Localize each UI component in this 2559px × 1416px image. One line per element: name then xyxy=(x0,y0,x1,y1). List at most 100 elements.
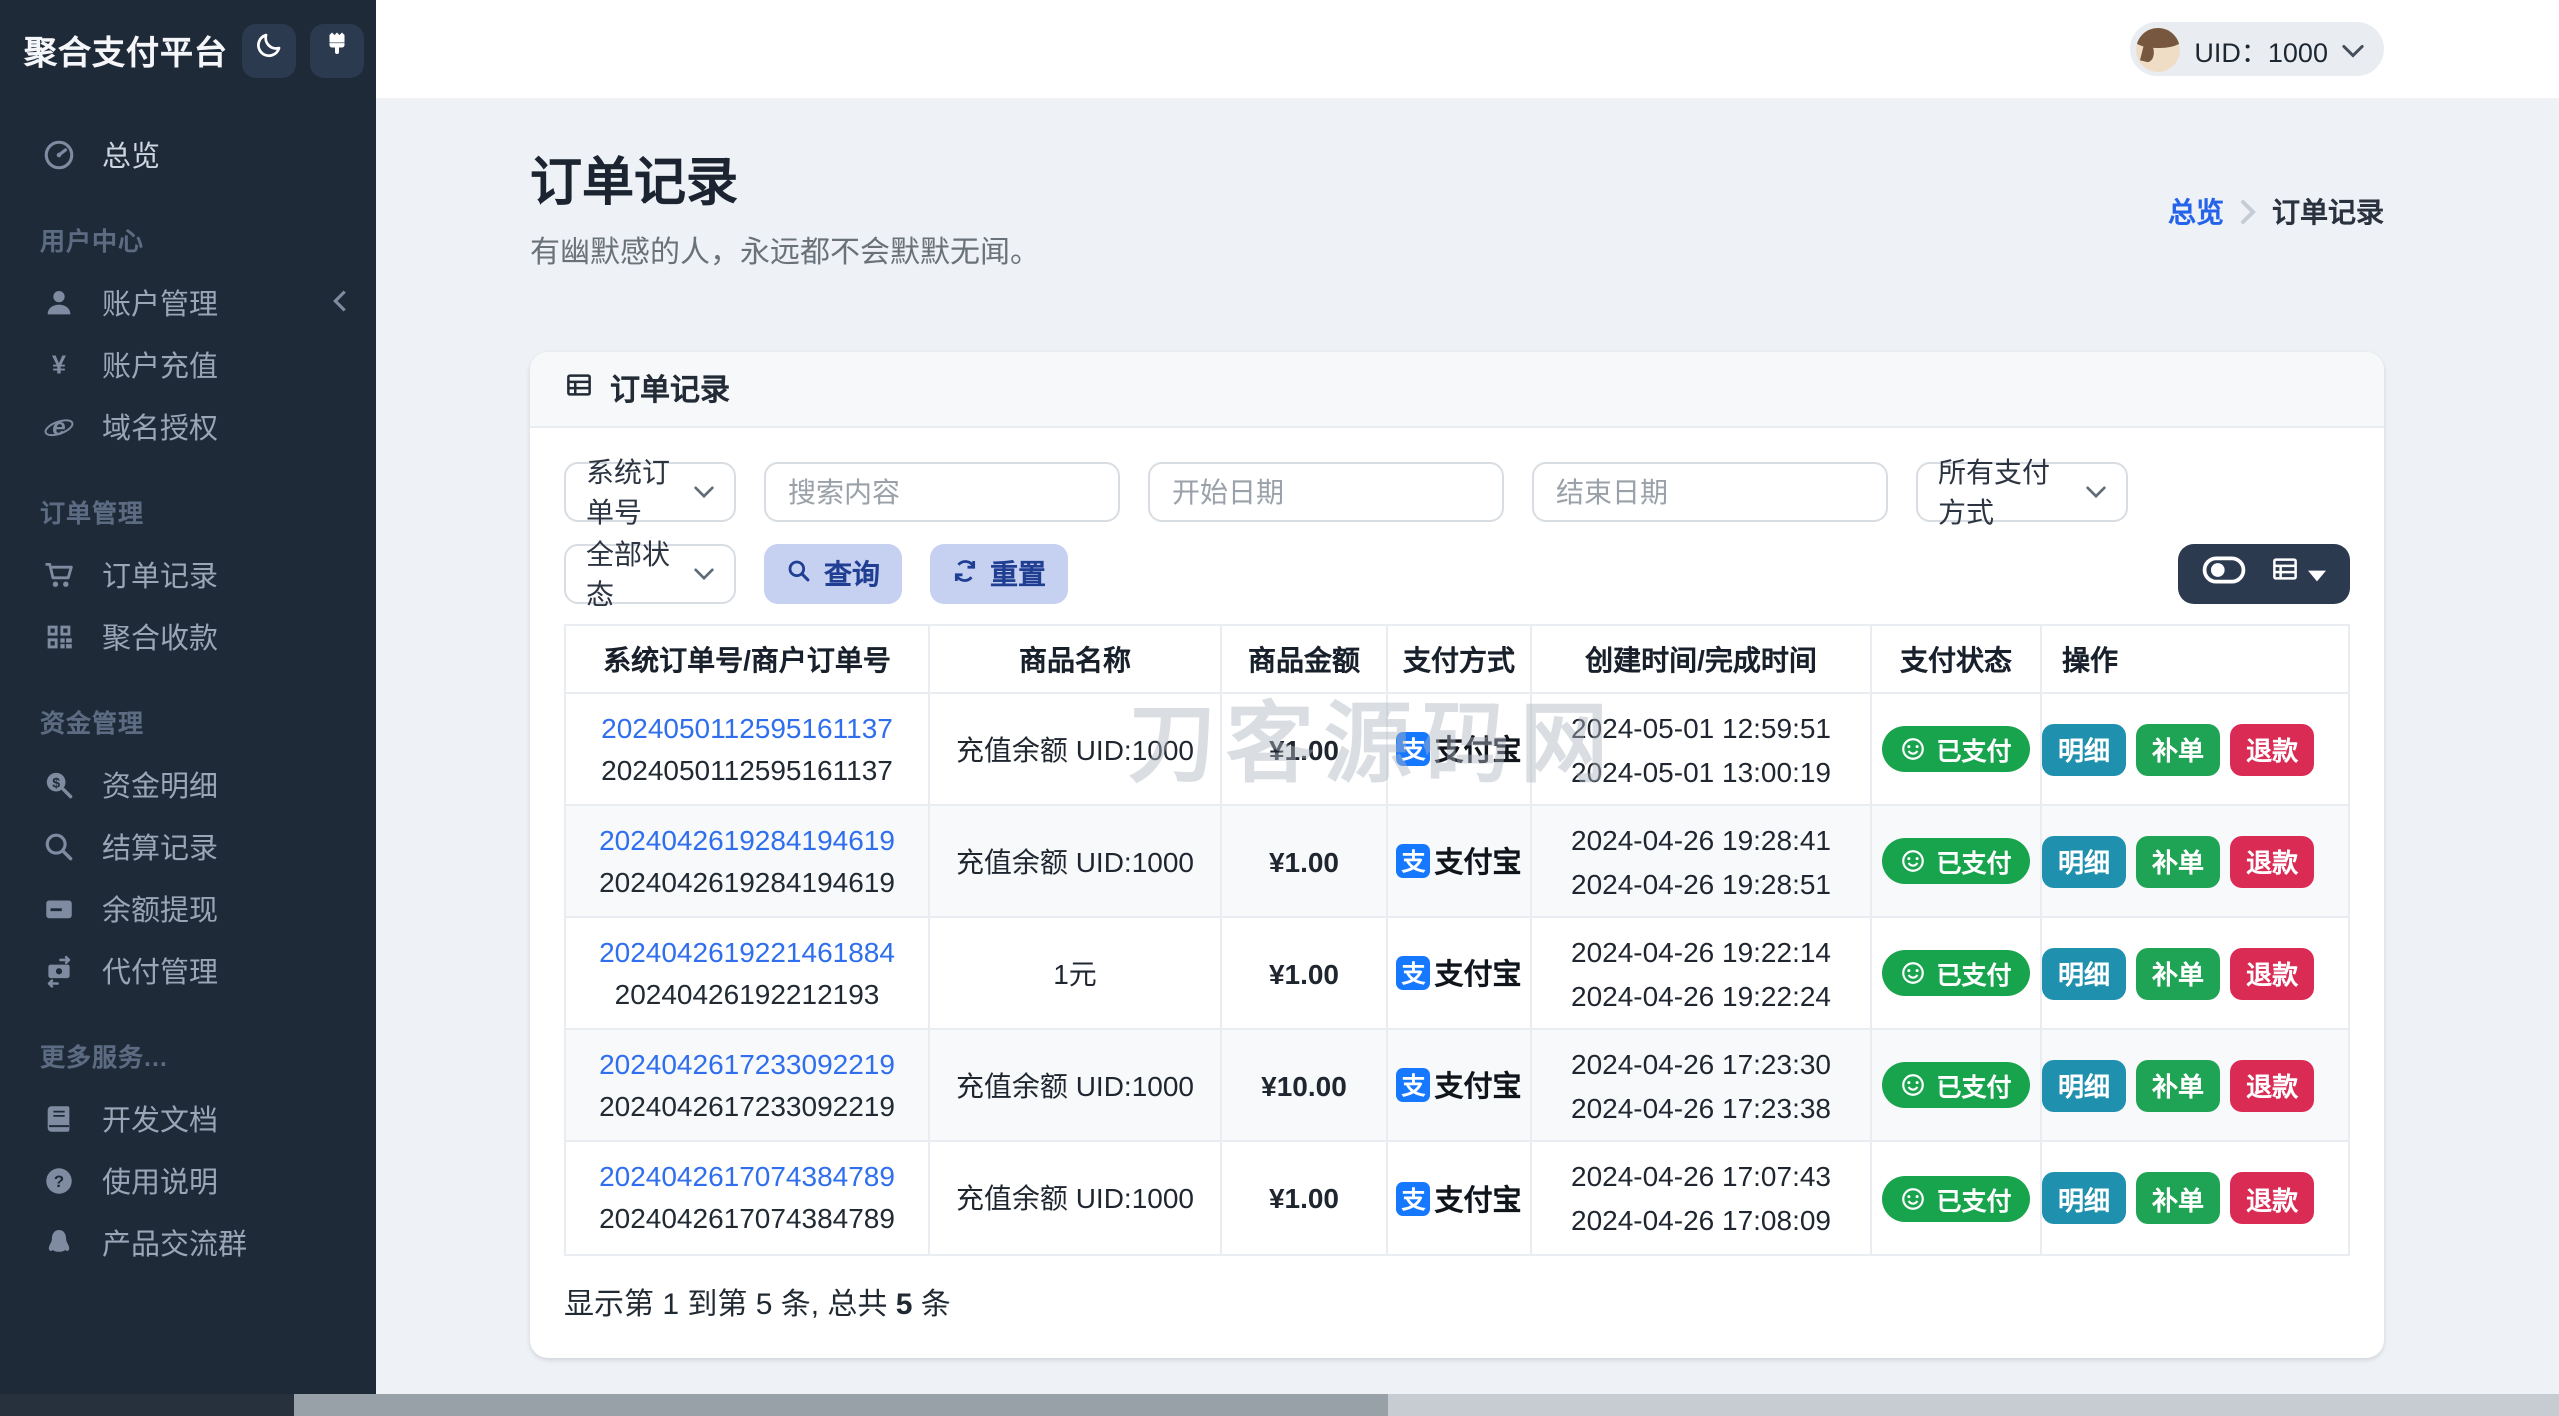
sidebar-item-balance-withdraw[interactable]: 余额提现 xyxy=(0,878,376,940)
query-button[interactable]: 查询 xyxy=(764,544,902,604)
reset-button[interactable]: 重置 xyxy=(930,544,1068,604)
sidebar-item-overview[interactable]: 总览 xyxy=(0,124,376,186)
sidebar-item-account-manage[interactable]: 账户管理 xyxy=(0,272,376,334)
detail-button[interactable]: 明细 xyxy=(2042,723,2127,775)
order-no-link[interactable]: 2024042619284194619 xyxy=(599,819,895,861)
sidebar-section-order: 订单管理 xyxy=(40,500,145,528)
dark-mode-button[interactable] xyxy=(242,23,296,77)
actions-cell: 明细 补单 退款 xyxy=(2042,918,2348,1030)
table-layout-button[interactable] xyxy=(2270,554,2326,594)
sidebar-item-label: 结算记录 xyxy=(102,834,218,866)
order-no-link[interactable]: 2024050112595161137 xyxy=(601,707,893,749)
alipay-icon: 支 xyxy=(1396,1068,1431,1102)
sidebar-item-payout-manage[interactable]: 代付管理 xyxy=(0,940,376,1002)
sidebar-item-label: 总览 xyxy=(102,142,160,174)
sidebar-item-fund-details[interactable]: $ 资金明细 xyxy=(0,754,376,816)
refund-button[interactable]: 退款 xyxy=(2230,1059,2315,1111)
order-no-cell: 2024050112595161137 2024050112595161137 xyxy=(566,694,930,806)
sidebar-item-label: 订单记录 xyxy=(102,562,218,594)
sidebar-item-label: 余额提现 xyxy=(102,896,218,928)
reissue-button[interactable]: 补单 xyxy=(2136,947,2221,999)
page-title: 订单记录 xyxy=(530,152,739,212)
query-label: 查询 xyxy=(824,558,880,590)
scrollbar-thumb[interactable] xyxy=(294,1394,1388,1416)
created-time: 2024-04-26 19:22:14 xyxy=(1571,935,1831,967)
book-icon xyxy=(40,1101,76,1137)
toggle-columns-button[interactable] xyxy=(2202,555,2246,593)
detail-button[interactable]: 明细 xyxy=(2042,1172,2127,1224)
status-text: 已支付 xyxy=(1936,738,2012,766)
pay-method-cell: 支 支付宝 xyxy=(1388,806,1532,918)
order-no-cell: 2024042617233092219 2024042617233092219 xyxy=(566,1030,930,1142)
refund-button[interactable]: 退款 xyxy=(2230,947,2315,999)
order-no-link[interactable]: 2024042619221461884 xyxy=(599,931,895,973)
actions-cell: 明细 补单 退款 xyxy=(2042,806,2348,918)
pay-method-cell: 支 支付宝 xyxy=(1388,1142,1532,1254)
pay-method-name: 支付宝 xyxy=(1434,1185,1522,1217)
sidebar: 聚合支付平台 总览 用户中心 账户管理 ¥ 账户充值 e 域名授权 订单管理 订… xyxy=(0,0,376,1416)
completed-time: 2024-04-26 19:22:24 xyxy=(1571,979,1831,1011)
pay-method-cell: 支 支付宝 xyxy=(1388,918,1532,1030)
order-no-link[interactable]: 2024042617074384789 xyxy=(599,1156,895,1198)
pay-method-name: 支付宝 xyxy=(1434,960,1522,992)
detail-button[interactable]: 明细 xyxy=(2042,1059,2127,1111)
user-menu-button[interactable]: UID：1000 xyxy=(2130,22,2384,76)
sidebar-item-order-records[interactable]: 订单记录 xyxy=(0,544,376,606)
pay-method-cell: 支 支付宝 xyxy=(1388,694,1532,806)
completed-time: 2024-05-01 13:00:19 xyxy=(1571,755,1831,787)
end-date-input[interactable] xyxy=(1532,462,1888,522)
status-text: 已支付 xyxy=(1936,1187,2012,1215)
sidebar-item-account-recharge[interactable]: ¥ 账户充值 xyxy=(0,334,376,396)
product-cell: 充值余额 UID:1000 xyxy=(930,1142,1222,1254)
alipay-icon: 支 xyxy=(1396,844,1431,878)
horizontal-scrollbar[interactable] xyxy=(0,1394,2559,1416)
order-records-card: 订单记录 系统订单号 所有支付方式 xyxy=(530,352,2384,1358)
sidebar-item-domain-auth[interactable]: e 域名授权 xyxy=(0,396,376,458)
search-type-select[interactable]: 系统订单号 xyxy=(564,456,736,528)
detail-button[interactable]: 明细 xyxy=(2042,835,2127,887)
sidebar-header: 聚合支付平台 xyxy=(0,0,376,100)
order-no-cell: 2024042619221461884 20240426192212193 xyxy=(566,918,930,1030)
sidebar-item-aggregate-collect[interactable]: 聚合收款 xyxy=(0,606,376,668)
status-cell: 已支付 xyxy=(1872,1142,2042,1254)
order-no-link[interactable]: 2024042617233092219 xyxy=(599,1043,895,1085)
status-text: 已支付 xyxy=(1936,1074,2012,1102)
theme-button[interactable] xyxy=(310,23,364,77)
table-header-row: 系统订单号/商户订单号 商品名称 商品金额 支付方式 创建时间/完成时间 支付状… xyxy=(566,626,2348,694)
svg-text:?: ? xyxy=(53,1172,63,1191)
start-date-input[interactable] xyxy=(1148,462,1504,522)
chevron-down-icon xyxy=(694,568,714,580)
actions-cell: 明细 补单 退款 xyxy=(2042,1030,2348,1142)
sidebar-nav: 总览 用户中心 账户管理 ¥ 账户充值 e 域名授权 订单管理 订单记录 聚合收… xyxy=(0,100,376,1274)
sidebar-item-usage-guide[interactable]: ? 使用说明 xyxy=(0,1150,376,1212)
order-records-page: 聚合支付平台 总览 用户中心 账户管理 ¥ 账户充值 e 域名授权 订单管理 订… xyxy=(0,0,2559,1416)
money-transfer-icon xyxy=(40,953,76,989)
chevron-down-icon xyxy=(2086,486,2106,498)
sidebar-item-product-group[interactable]: 产品交流群 xyxy=(0,1212,376,1274)
question-icon: ? xyxy=(40,1163,76,1199)
sidebar-item-settlement-records[interactable]: 结算记录 xyxy=(0,816,376,878)
status-badge: 已支付 xyxy=(1882,726,2030,772)
created-time: 2024-04-26 17:23:30 xyxy=(1571,1047,1831,1079)
refund-button[interactable]: 退款 xyxy=(2230,835,2315,887)
reissue-button[interactable]: 补单 xyxy=(2136,1059,2221,1111)
reissue-button[interactable]: 补单 xyxy=(2136,723,2221,775)
col-header-order-no: 系统订单号/商户订单号 xyxy=(566,626,930,694)
search-input[interactable] xyxy=(764,462,1120,522)
page-subtitle: 有幽默感的人，永远都不会默默无闻。 xyxy=(530,236,1041,270)
pay-method-select[interactable]: 所有支付方式 xyxy=(1916,456,2128,528)
refund-button[interactable]: 退款 xyxy=(2230,1172,2315,1224)
time-cell: 2024-04-26 19:22:14 2024-04-26 19:22:24 xyxy=(1532,918,1872,1030)
breadcrumb-home[interactable]: 总览 xyxy=(2168,192,2224,232)
status-select[interactable]: 全部状态 xyxy=(564,538,736,610)
refund-button[interactable]: 退款 xyxy=(2230,723,2315,775)
reissue-button[interactable]: 补单 xyxy=(2136,835,2221,887)
reissue-button[interactable]: 补单 xyxy=(2136,1172,2221,1224)
alipay-icon: 支 xyxy=(1396,1181,1431,1215)
moon-icon xyxy=(254,30,284,70)
chevron-left-icon xyxy=(332,287,348,319)
detail-button[interactable]: 明细 xyxy=(2042,947,2127,999)
sidebar-item-label: 聚合收款 xyxy=(102,624,218,656)
sidebar-item-dev-docs[interactable]: 开发文档 xyxy=(0,1088,376,1150)
alipay-icon: 支 xyxy=(1396,956,1431,990)
